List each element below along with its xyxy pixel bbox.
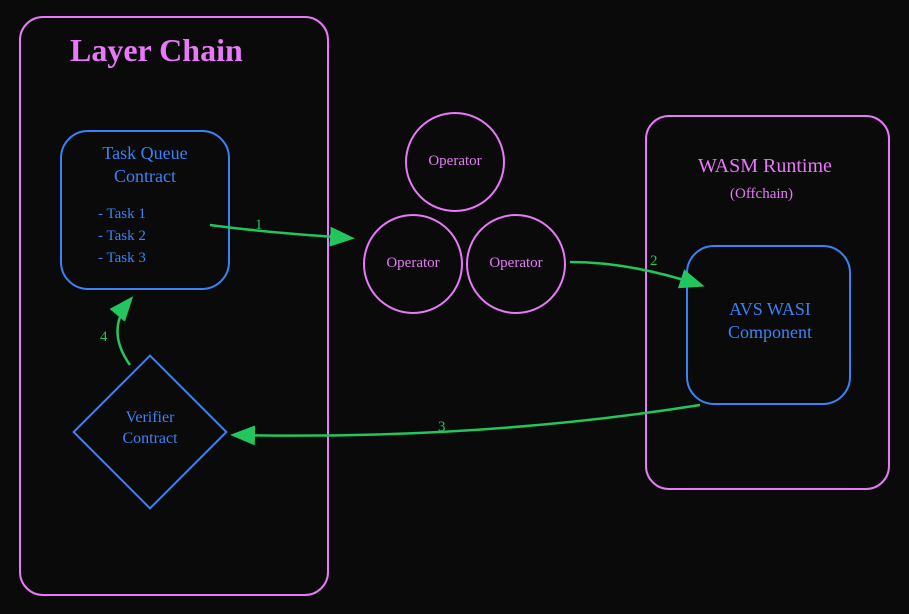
wasm-runtime-title: WASM Runtime <box>698 153 832 179</box>
operator-label-3: Operator <box>489 254 542 274</box>
operator-circle-right: Operator <box>466 214 566 314</box>
task-item-3: - Task 3 <box>98 249 146 269</box>
arrow-label-1: 1 <box>255 216 263 236</box>
operator-label-1: Operator <box>428 152 481 172</box>
operator-circle-left: Operator <box>363 214 463 314</box>
wasm-runtime-subtitle: (Offchain) <box>730 185 793 205</box>
arrow-label-2: 2 <box>650 252 658 272</box>
arrow-label-4: 4 <box>100 328 108 348</box>
arrow-label-3: 3 <box>438 418 446 438</box>
layer-chain-box <box>19 16 329 596</box>
avs-wasi-label: AVS WASI Component <box>700 298 840 345</box>
operator-circle-top: Operator <box>405 112 505 212</box>
verifier-label: Verifier Contract <box>105 408 195 450</box>
task-queue-title: Task Queue Contract <box>75 142 215 189</box>
operator-label-2: Operator <box>386 254 439 274</box>
layer-chain-title: Layer Chain <box>70 30 243 72</box>
task-item-2: - Task 2 <box>98 227 146 247</box>
task-item-1: - Task 1 <box>98 205 146 225</box>
